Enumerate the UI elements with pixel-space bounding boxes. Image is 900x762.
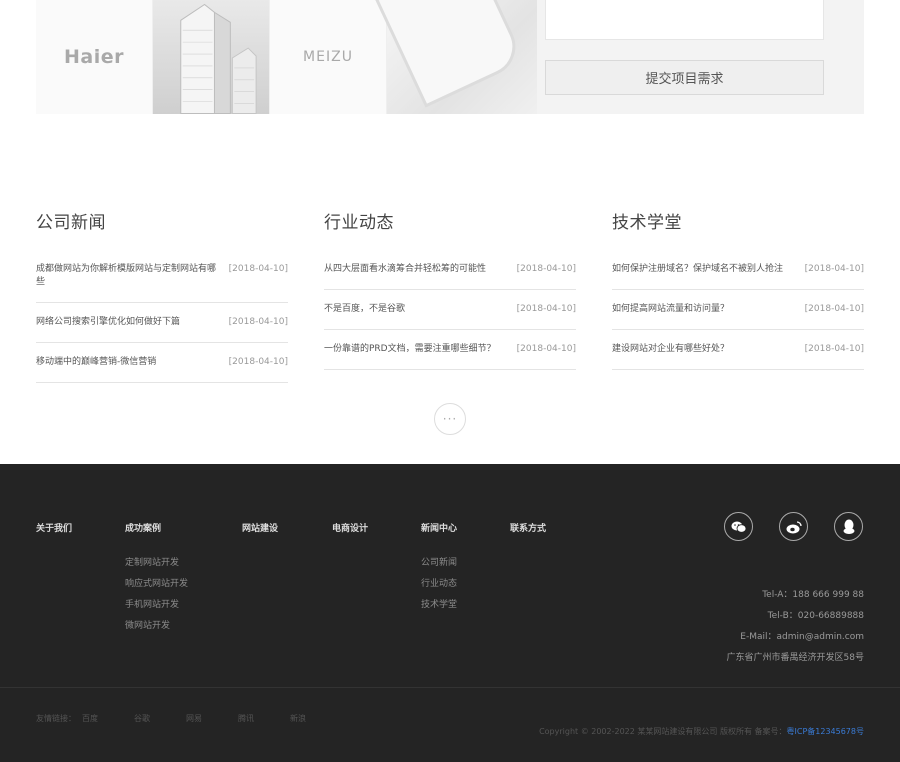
news-item[interactable]: 成都做网站为你解析模版网站与定制网站有哪些 [2018-04-10]	[36, 255, 288, 303]
news-item-date: [2018-04-10]	[516, 264, 576, 274]
news-item[interactable]: 如何保护注册域名？保护域名不被别人抢注 [2018-04-10]	[612, 255, 864, 290]
icp-link[interactable]: 粤ICP备12345678号	[787, 727, 865, 736]
page: Haier MEIZU 提交项目需求 公司新闻 成都做网站为你解析模版网站与定制…	[0, 0, 900, 762]
meizu-logo[interactable]: MEIZU	[270, 0, 387, 114]
news-item-date: [2018-04-10]	[516, 344, 576, 354]
news-item-date: [2018-04-10]	[228, 357, 288, 367]
footer-link[interactable]: 行业动态	[421, 576, 457, 589]
phone-image	[374, 0, 537, 114]
copyright-text: Copyright © 2002-2022 某某网站建设有限公司 版权所有 备案…	[539, 727, 787, 736]
footer: 关于我们 成功案例 网站建设 电商设计 新闻中心 联系方式 定制网站开发 响应式…	[0, 464, 900, 762]
news-item-date: [2018-04-10]	[516, 304, 576, 314]
news-item[interactable]: 建设网站对企业有哪些好处？ [2018-04-10]	[612, 335, 864, 370]
friend-link[interactable]: 谷歌	[134, 713, 150, 724]
copyright: Copyright © 2002-2022 某某网站建设有限公司 版权所有 备案…	[539, 726, 864, 737]
phone-illustration	[374, 0, 526, 108]
friend-links-label: 友情链接：	[36, 714, 76, 723]
news-item-title[interactable]: 网络公司搜索引擎优化如何做好下篇	[36, 316, 224, 329]
footer-link[interactable]: 公司新闻	[421, 555, 457, 568]
wechat-icon[interactable]	[724, 512, 753, 541]
weibo-icon[interactable]	[779, 512, 808, 541]
friend-link[interactable]: 百度	[82, 713, 98, 724]
contact-tel-b: Tel-B：020-66889888	[767, 611, 864, 621]
friend-link[interactable]: 腾讯	[238, 713, 254, 724]
footer-link[interactable]: 响应式网站开发	[125, 576, 188, 589]
building-illustration	[180, 3, 257, 114]
footer-link[interactable]: 微网站开发	[125, 618, 170, 631]
news-item-date: [2018-04-10]	[804, 264, 864, 274]
footer-nav-about[interactable]: 关于我们	[36, 521, 72, 534]
news-column-title: 公司新闻	[36, 213, 106, 233]
footer-nav-website[interactable]: 网站建设	[242, 521, 278, 534]
footer-link[interactable]: 定制网站开发	[125, 555, 179, 568]
news-column-title: 技术学堂	[612, 213, 682, 233]
footer-nav-news[interactable]: 新闻中心	[421, 521, 457, 534]
news-item[interactable]: 一份靠谱的PRD文档，需要注重哪些细节？ [2018-04-10]	[324, 335, 576, 370]
news-item[interactable]: 网络公司搜索引擎优化如何做好下篇 [2018-04-10]	[36, 308, 288, 343]
news-item[interactable]: 移动端中的巅峰营销-微信营销 [2018-04-10]	[36, 348, 288, 383]
news-item-title[interactable]: 不是百度，不是谷歌	[324, 303, 512, 316]
footer-nav-cases[interactable]: 成功案例	[125, 521, 161, 534]
footer-divider	[0, 687, 900, 688]
footer-nav-ecommerce[interactable]: 电商设计	[332, 521, 368, 534]
news-item[interactable]: 如何提高网站流量和访问量？ [2018-04-10]	[612, 295, 864, 330]
news-item-date: [2018-04-10]	[804, 304, 864, 314]
tech-school-column: 技术学堂 如何保护注册域名？保护域名不被别人抢注 [2018-04-10] 如何…	[612, 208, 864, 375]
contact-tel-a: Tel-A：188 666 999 88	[762, 590, 864, 600]
news-column-title: 行业动态	[324, 213, 394, 233]
friend-link[interactable]: 网易	[186, 713, 202, 724]
news-item-title[interactable]: 从四大层面看水滴筹合并轻松筹的可能性	[324, 263, 512, 276]
news-item-date: [2018-04-10]	[228, 317, 288, 327]
haier-logo[interactable]: Haier	[36, 0, 153, 114]
news-item-title[interactable]: 如何提高网站流量和访问量？	[612, 303, 800, 316]
client-logo-banner: Haier MEIZU 提交项目需求	[36, 0, 864, 114]
building-image	[153, 0, 270, 114]
footer-link[interactable]: 技术学堂	[421, 597, 457, 610]
news-item-title[interactable]: 如何保护注册域名？保护域名不被别人抢注	[612, 263, 800, 276]
news-item-date: [2018-04-10]	[228, 264, 288, 274]
friend-link[interactable]: 新浪	[290, 713, 306, 724]
project-request-form: 提交项目需求	[537, 0, 864, 114]
news-item-title[interactable]: 成都做网站为你解析模版网站与定制网站有哪些	[36, 263, 224, 289]
company-news-column: 公司新闻 成都做网站为你解析模版网站与定制网站有哪些 [2018-04-10] …	[36, 208, 288, 388]
industry-news-column: 行业动态 从四大层面看水滴筹合并轻松筹的可能性 [2018-04-10] 不是百…	[324, 208, 576, 375]
news-item[interactable]: 不是百度，不是谷歌 [2018-04-10]	[324, 295, 576, 330]
news-item-date: [2018-04-10]	[804, 344, 864, 354]
request-textarea[interactable]	[545, 0, 824, 40]
submit-request-button[interactable]: 提交项目需求	[545, 60, 824, 95]
news-item-title[interactable]: 一份靠谱的PRD文档，需要注重哪些细节？	[324, 343, 512, 356]
more-button[interactable]: ···	[434, 403, 466, 435]
qq-icon[interactable]	[834, 512, 863, 541]
news-item-title[interactable]: 建设网站对企业有哪些好处？	[612, 343, 800, 356]
news-item[interactable]: 从四大层面看水滴筹合并轻松筹的可能性 [2018-04-10]	[324, 255, 576, 290]
footer-nav-contact[interactable]: 联系方式	[510, 521, 546, 534]
news-item-title[interactable]: 移动端中的巅峰营销-微信营销	[36, 356, 224, 369]
footer-link[interactable]: 手机网站开发	[125, 597, 179, 610]
contact-address: 广东省广州市番禺经济开发区58号	[726, 653, 864, 663]
contact-email[interactable]: E-Mail：admin@admin.com	[740, 629, 864, 642]
